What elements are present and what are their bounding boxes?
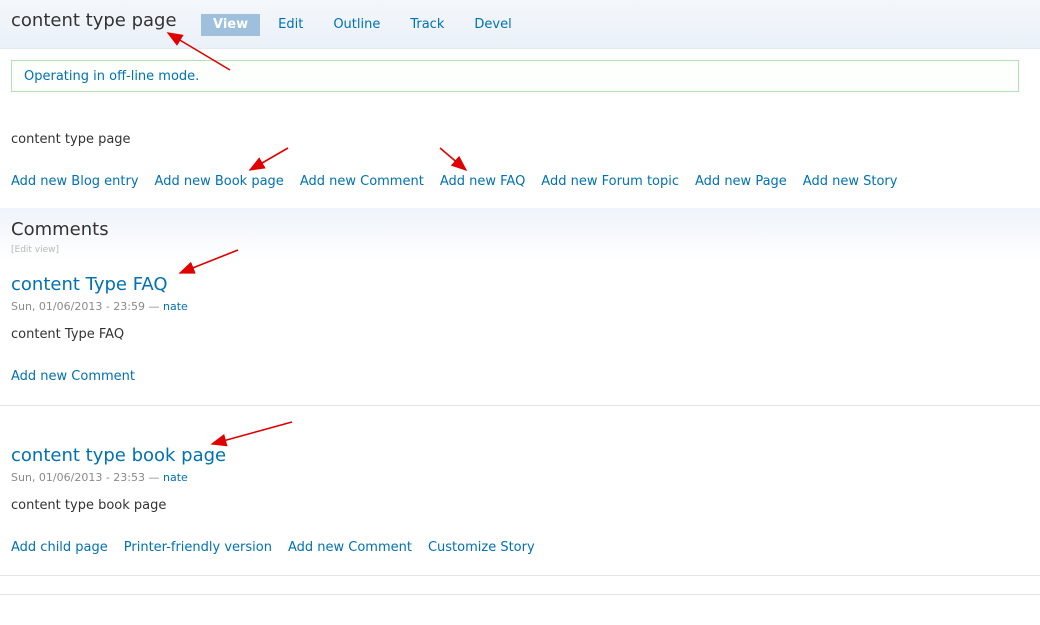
arrow-icon — [166, 32, 231, 71]
arrow-icon — [248, 147, 289, 171]
arrow-icon — [178, 249, 239, 274]
arrow-icon — [210, 421, 293, 447]
annotation-arrows — [166, 32, 468, 447]
arrow-icon — [439, 147, 468, 172]
